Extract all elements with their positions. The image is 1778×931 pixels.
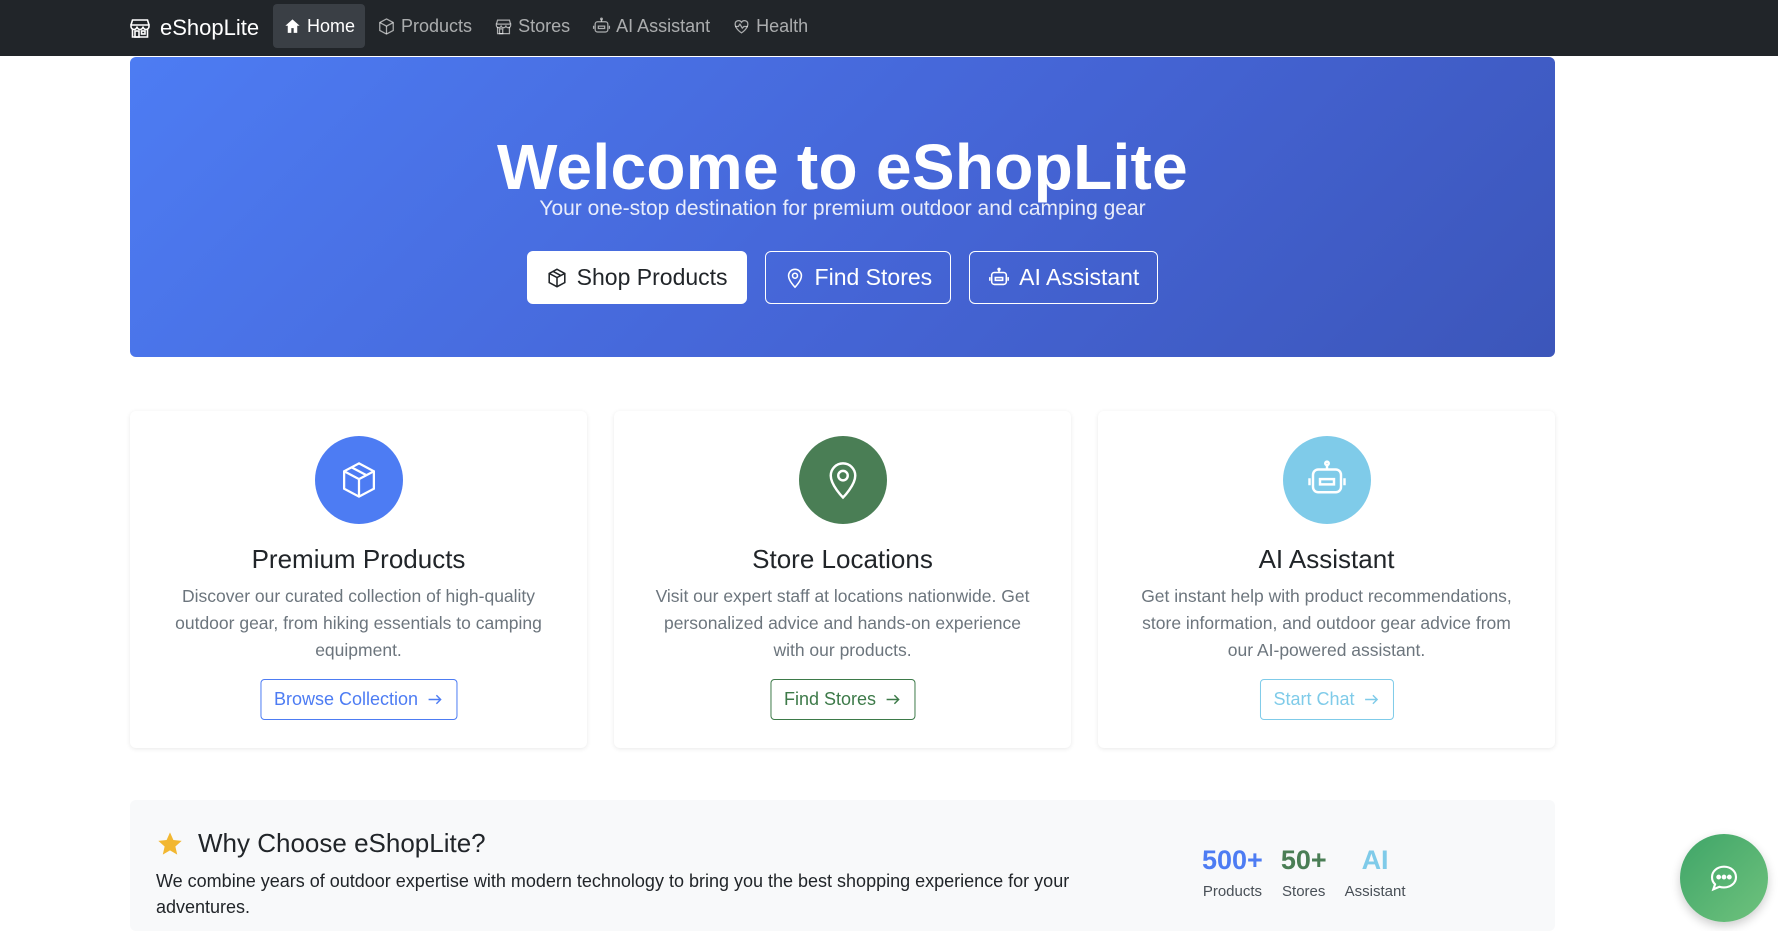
nav-menu: Home Products Stores AI Assistant Health [273,4,818,48]
shop-products-label: Shop Products [576,264,728,290]
feature-description: Visit our expert staff at locations nati… [655,586,1030,660]
stat-value: AI [1361,845,1389,875]
shop-products-button[interactable]: Shop Products [526,251,747,304]
stat-products: 500+ Products [1202,845,1263,900]
nav-label-health: Health [756,15,809,36]
hero-title: Welcome to eShopLite [496,131,1189,203]
stats-row: 500+ Products 50+ Stores AI Assistant [1202,845,1406,900]
ai-icon-circle [1282,436,1371,524]
box-icon [342,462,375,498]
stat-label: Products [1202,883,1263,900]
nav-item-home[interactable]: Home [273,4,366,48]
feature-title: AI Assistant [1258,544,1395,574]
shop-icon [495,19,512,34]
why-choose-heading: Why Choose eShopLite? [156,828,486,859]
arrow-right-icon [428,694,442,705]
nav-label-stores: Stores [518,15,571,36]
start-chat-button[interactable]: Start Chat [1259,679,1394,720]
hero-actions: Shop Products Find Stores AI Assistant [130,251,1555,304]
stat-value: 500+ [1202,845,1263,875]
stat-value: 50+ [1280,845,1327,875]
feature-card-products: Premium Products Discover our curated co… [130,411,587,748]
find-stores-card-label: Find Stores [783,689,877,709]
why-choose-title: Why Choose eShopLite? [198,828,486,858]
nav-item-products[interactable]: Products [367,4,482,48]
feature-description: Get instant help with product recommenda… [1141,586,1512,660]
browse-collection-button[interactable]: Browse Collection [259,679,458,720]
start-chat-label: Start Chat [1273,689,1355,709]
shop-icon [130,19,150,38]
ai-assistant-label: AI Assistant [1019,264,1140,290]
stores-icon-circle [798,436,887,524]
hero-banner: Welcome to eShopLite Your one-stop desti… [130,57,1555,357]
ai-assistant-button[interactable]: AI Assistant [969,251,1159,304]
house-icon [285,18,300,33]
why-choose-section: Why Choose eShopLite? We combine years o… [130,800,1555,931]
feature-title: Premium Products [251,544,466,574]
box-icon [379,17,394,35]
robot-icon [1307,460,1346,494]
find-stores-button[interactable]: Find Stores [764,251,952,304]
feature-card-ai: AI Assistant Get instant help with produ… [1098,411,1555,748]
hero-subtitle: Your one-stop destination for premium ou… [539,197,1146,220]
nav-label-products: Products [401,15,473,36]
nav-label-ai-assistant: AI Assistant [616,15,711,36]
geo-alt-icon [829,462,856,500]
stat-stores: 50+ Stores [1281,845,1327,900]
geo-alt-icon [787,268,802,288]
browse-collection-label: Browse Collection [273,689,419,709]
brand-link[interactable]: eShopLite [128,12,259,44]
arrow-right-icon [886,694,900,705]
nav-label-home: Home [307,15,356,36]
stat-ai: AI Assistant [1345,845,1406,900]
products-icon-circle [314,436,403,524]
heart-pulse-icon [734,19,749,34]
find-stores-card-button[interactable]: Find Stores [769,679,916,720]
chat-fab-button[interactable] [1680,834,1768,922]
stat-label: Stores [1282,883,1326,900]
box-icon [548,267,566,288]
nav-item-stores[interactable]: Stores [484,4,580,48]
feature-cards: Premium Products Discover our curated co… [130,411,1555,748]
chat-dots-icon [1710,865,1738,892]
nav-item-ai-assistant[interactable]: AI Assistant [582,4,720,48]
find-stores-label: Find Stores [814,264,933,290]
robot-icon [989,267,1010,285]
robot-icon [593,17,611,33]
feature-card-stores: Store Locations Visit our expert staff a… [614,411,1071,748]
arrow-right-icon [1364,694,1378,705]
stat-label: Assistant [1344,883,1406,900]
navbar: eShopLite Home Products Stores AI Assist… [0,0,1778,56]
why-choose-text: We combine years of outdoor expertise wi… [156,871,1070,917]
feature-description: Discover our curated collection of high-… [175,586,542,660]
nav-item-health[interactable]: Health [722,4,818,48]
feature-title: Store Locations [752,544,933,574]
star-icon [158,831,182,855]
brand-name: eShopLite [160,15,260,40]
